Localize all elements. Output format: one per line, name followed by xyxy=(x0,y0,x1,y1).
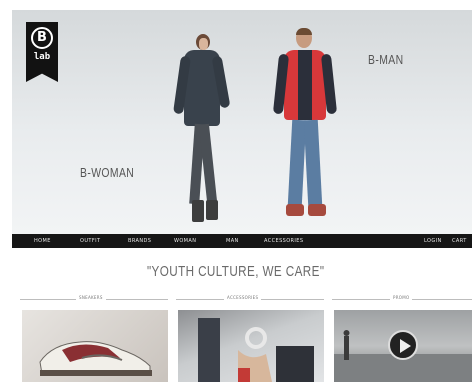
logo-text: lab xyxy=(33,52,51,62)
nav-item-accessories[interactable]: ACCESSORIES xyxy=(264,237,303,245)
accessories-thumbnail[interactable] xyxy=(178,310,324,382)
nav-item-brands[interactable]: BRANDS xyxy=(128,237,151,245)
nav-item-outfit[interactable]: OUTFIT xyxy=(80,237,100,245)
hero-banner: B lab B-WOMAN B-MAN xyxy=(12,10,472,234)
section-label: SNEAKERS xyxy=(76,295,106,300)
sneaker-photo-icon xyxy=(39,341,152,376)
sneakers-thumbnail[interactable] xyxy=(22,310,168,382)
section-header-promo: PROMO xyxy=(332,294,472,304)
woman-caption[interactable]: B-WOMAN xyxy=(80,165,134,180)
tagline-text: "YOUTH CULTURE, WE CARE" xyxy=(147,263,325,280)
page: B lab B-WOMAN B-MAN HOME OUTFIT BRANDS W… xyxy=(0,0,472,382)
section-header-accessories: ACCESSORIES xyxy=(176,294,324,304)
accessories-photo-icon xyxy=(198,318,314,382)
section-label: PROMO xyxy=(390,295,413,300)
promo-video-thumbnail[interactable] xyxy=(334,310,472,382)
man-model-image[interactable] xyxy=(272,28,338,228)
section-header-sneakers: SNEAKERS xyxy=(20,294,168,304)
man-caption[interactable]: B-MAN xyxy=(368,52,404,67)
nav-item-man[interactable]: MAN xyxy=(226,237,239,245)
nav-item-home[interactable]: HOME xyxy=(34,237,51,245)
woman-model-image[interactable] xyxy=(172,34,232,230)
play-triangle xyxy=(400,339,411,353)
blab-logo[interactable]: B lab xyxy=(26,22,58,82)
tagline: "YOUTH CULTURE, WE CARE" xyxy=(0,263,472,280)
section-label: ACCESSORIES xyxy=(224,295,262,300)
nav-item-cart[interactable]: CART xyxy=(452,237,467,245)
nav-item-woman[interactable]: WOMAN xyxy=(174,237,196,245)
logo-letter: B xyxy=(31,27,53,49)
main-nav: HOME OUTFIT BRANDS WOMAN MAN ACCESSORIES… xyxy=(12,234,472,248)
nav-item-login[interactable]: LOGIN xyxy=(424,237,442,245)
play-icon[interactable] xyxy=(388,330,418,360)
